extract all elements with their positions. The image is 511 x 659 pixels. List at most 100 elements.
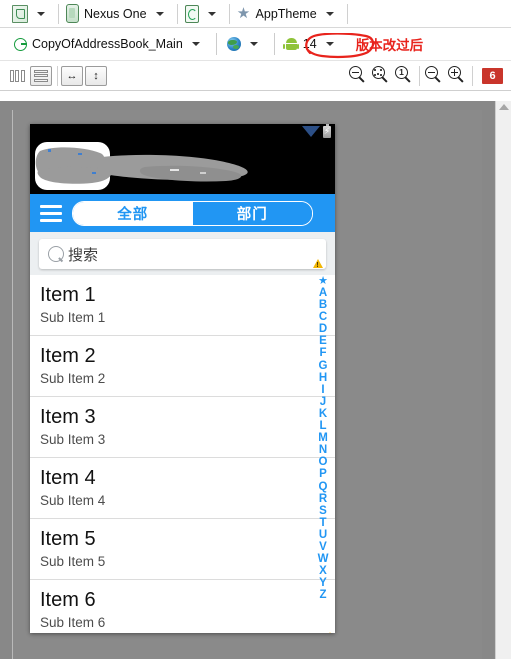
rotate-screen-icon [184, 4, 199, 23]
zoom-100-icon[interactable]: 1 [395, 66, 414, 85]
index-letter[interactable]: ★ [318, 276, 328, 287]
index-letter[interactable]: F [319, 347, 326, 359]
index-letter[interactable]: G [319, 360, 328, 372]
redacted-header-area [30, 139, 335, 194]
index-letter[interactable]: J [320, 396, 326, 408]
error-count-badge[interactable]: 6 [482, 67, 503, 84]
divider [346, 3, 348, 24]
vertical-scrollbar[interactable] [495, 101, 511, 659]
theme-selector-label: AppTheme [255, 6, 317, 21]
layout-document-icon [12, 4, 28, 23]
divider [472, 65, 473, 86]
index-letter[interactable]: B [319, 299, 327, 311]
list-item-title: Item 6 [40, 589, 96, 611]
index-letter[interactable]: R [319, 493, 327, 505]
chevron-down-icon[interactable] [207, 11, 216, 16]
list-item-subtitle: Sub Item 4 [40, 493, 106, 508]
tab-segmented-control[interactable]: 全部 部门 [72, 200, 313, 226]
index-letter[interactable]: I [321, 384, 324, 396]
device-selector[interactable]: Nexus One [62, 3, 174, 25]
orientation-selector[interactable] [181, 3, 226, 25]
search-input[interactable]: 搜索 [39, 239, 326, 269]
activity-selector[interactable]: CopyOfAddressBook_Main [10, 33, 210, 55]
layout-editor-window: Nexus One ★ AppTheme CopyOfAddressBook_M… [0, 0, 511, 659]
list-item-subtitle: Sub Item 6 [40, 615, 106, 630]
list-item[interactable]: Item 6 Sub Item 6 [30, 580, 335, 633]
alphabet-index-bar[interactable]: ★ A B C D E F G H I J K L M N O P Q R S T U V W X Y Z [311, 275, 335, 633]
list-item-subtitle: Sub Item 2 [40, 371, 106, 386]
index-letter[interactable]: A [319, 287, 327, 299]
zoom-minus-icon[interactable] [425, 66, 444, 85]
zoom-out-icon[interactable] [349, 66, 368, 85]
index-letter[interactable]: Q [319, 481, 328, 493]
scroll-up-arrow-icon[interactable] [499, 104, 509, 110]
activity-selector-label: CopyOfAddressBook_Main [32, 37, 183, 51]
fit-width-icon[interactable]: ↔ [61, 65, 83, 86]
divider [176, 3, 178, 24]
divider [228, 3, 230, 24]
activity-toolbar: CopyOfAddressBook_Main 14 版本改过后 [0, 28, 511, 61]
list-item[interactable]: Item 5 Sub Item 5 [30, 519, 335, 580]
index-letter[interactable]: Z [319, 589, 326, 601]
warning-triangle-icon [313, 259, 323, 269]
hamburger-menu-icon[interactable] [40, 204, 62, 222]
theme-selector[interactable]: ★ AppTheme [233, 3, 344, 25]
search-container: 搜索 [30, 232, 335, 275]
split-columns-icon[interactable] [6, 66, 28, 86]
index-letter[interactable]: E [319, 335, 327, 347]
index-letter[interactable]: W [318, 553, 329, 565]
index-letter[interactable]: U [319, 529, 327, 541]
search-icon [48, 246, 64, 262]
list-item-title: Item 3 [40, 406, 96, 428]
list-item-subtitle: Sub Item 3 [40, 432, 106, 447]
index-letter[interactable]: Y [319, 577, 327, 589]
battery-charging-icon [323, 124, 331, 138]
list-item[interactable]: Item 4 Sub Item 4 [30, 458, 335, 519]
globe-icon [226, 37, 241, 51]
warning-triangle-icon [326, 632, 334, 633]
device-selector-label: Nexus One [84, 6, 147, 21]
zoom-plus-icon[interactable] [448, 66, 467, 85]
divider [57, 65, 58, 86]
list-item-subtitle: Sub Item 5 [40, 554, 106, 569]
divider [273, 33, 275, 55]
fit-height-icon[interactable]: ↕ [85, 65, 107, 86]
api-level-selector[interactable]: 14 [281, 33, 344, 55]
config-selector[interactable] [8, 3, 55, 25]
list-item[interactable]: Item 2 Sub Item 2 [30, 336, 335, 397]
chevron-down-icon[interactable] [155, 11, 164, 16]
locale-selector[interactable] [223, 33, 268, 55]
index-letter[interactable]: L [319, 420, 326, 432]
chevron-down-icon[interactable] [249, 42, 258, 46]
index-letter[interactable]: X [319, 565, 327, 577]
index-letter[interactable]: H [319, 372, 327, 384]
tab-department[interactable]: 部门 [192, 201, 312, 225]
api-level-label: 14 [302, 37, 317, 51]
device-phone-icon [66, 4, 79, 23]
index-letter[interactable]: T [319, 517, 326, 529]
index-letter[interactable]: K [319, 408, 327, 420]
chevron-down-icon[interactable] [325, 42, 334, 46]
list-item[interactable]: Item 3 Sub Item 3 [30, 397, 335, 458]
zoom-fit-icon[interactable] [372, 66, 391, 85]
chevron-down-icon[interactable] [191, 42, 200, 46]
chevron-down-icon[interactable] [325, 11, 334, 16]
index-letter[interactable]: V [319, 541, 327, 553]
contact-list[interactable]: Item 1 Sub Item 1 Item 2 Sub Item 2 Item… [30, 275, 335, 633]
index-letter[interactable]: D [319, 323, 327, 335]
android-robot-icon [283, 37, 300, 51]
list-item[interactable]: Item 1 Sub Item 1 [30, 275, 335, 336]
index-letter[interactable]: S [319, 505, 327, 517]
index-letter[interactable]: M [318, 432, 328, 444]
view-toolbar: ↔ ↕ 1 6 [0, 61, 511, 91]
device-preview[interactable]: 全部 部门 搜索 Item 1 Sub Item 1 Item 2 Sub It… [30, 124, 335, 633]
chevron-down-icon[interactable] [37, 11, 45, 16]
tab-all[interactable]: 全部 [73, 201, 193, 225]
index-letter[interactable]: O [319, 456, 328, 468]
index-letter[interactable]: P [319, 468, 327, 480]
list-item-title: Item 1 [40, 284, 96, 306]
split-rows-icon[interactable] [30, 65, 52, 86]
index-letter[interactable]: C [319, 311, 327, 323]
green-circle-icon [14, 37, 27, 51]
index-letter[interactable]: N [319, 444, 327, 456]
